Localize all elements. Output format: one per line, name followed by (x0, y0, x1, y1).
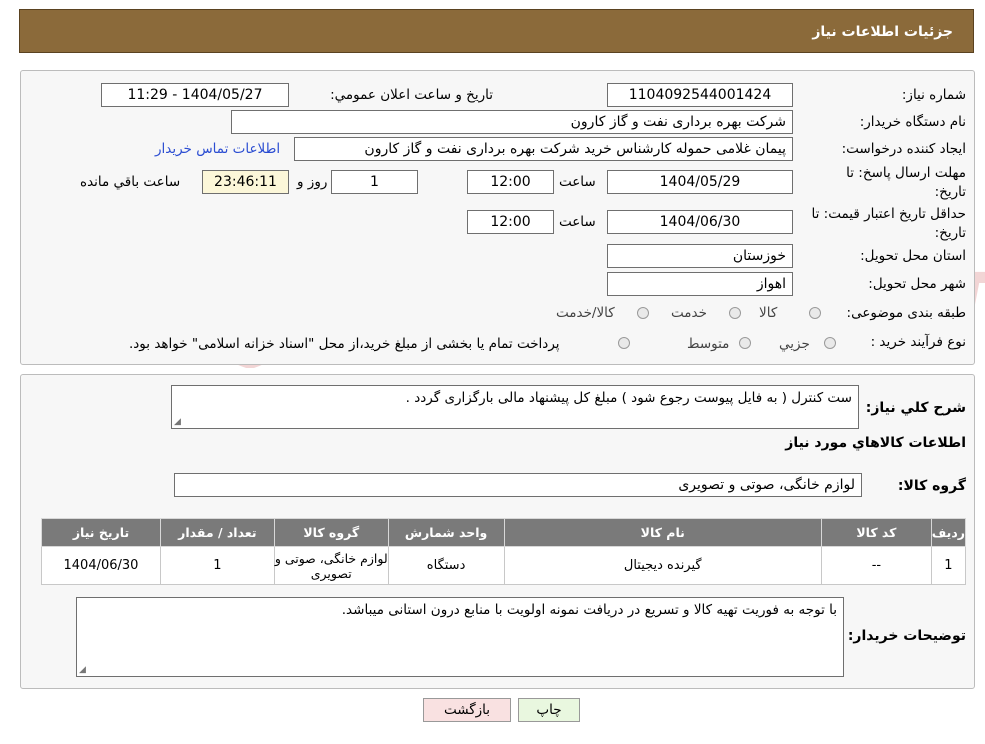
details-panel: شرح کلي نياز: ست کنترل ( به فایل پیوست ر… (20, 374, 975, 689)
city-label: شهر محل تحويل: (868, 276, 966, 292)
category-goods-label: کالا (759, 305, 778, 321)
purchase-type-label: نوع فرآیند خرید : (870, 334, 966, 350)
cell-quantity: 1 (159, 546, 275, 585)
items-section-title: اطلاعات کالاهاي مورد نياز (785, 435, 966, 451)
items-table-header: رديف کد کالا نام کالا واحد شمارش گروه کا… (41, 518, 967, 547)
col-name: نام کالا (503, 518, 822, 547)
remaining-time-field[interactable]: 23:46:11 (202, 170, 289, 194)
description-textarea[interactable]: ست کنترل ( به فایل پیوست رجوع شود ) مبلغ… (171, 385, 859, 429)
purchase-note: پرداخت تمام یا بخشی از مبلغ خرید،از محل … (129, 336, 560, 352)
buyer-org-label: نام دستگاه خريدار: (859, 114, 966, 130)
buyer-org-field[interactable]: شرکت بهره برداری نفت و گاز کارون (231, 110, 793, 134)
buyer-notes-textarea[interactable]: با توجه به فوریت تهیه کالا و تسریع در در… (76, 597, 844, 677)
buyer-notes-text: با توجه به فوریت تهیه کالا و تسریع در در… (341, 602, 837, 618)
province-field[interactable]: خوزستان (607, 244, 793, 268)
cell-group: لوازم خانگی، صوتی و تصویری (273, 546, 389, 585)
deadline-date-field[interactable]: 1404/05/29 (607, 170, 793, 194)
creator-field[interactable]: پیمان غلامی حموله کارشناس خرید شرکت بهره… (294, 137, 793, 161)
need-number-label: شماره نیاز: (901, 87, 966, 103)
purchase-medium-label: متوسط (687, 336, 730, 352)
validity-time-label: ساعت (559, 214, 596, 230)
city-field[interactable]: اهواز (607, 272, 793, 296)
need-info-panel: شماره نیاز: 1104092544001424 تاریخ و ساع… (20, 70, 975, 365)
province-label: استان محل تحويل: (860, 248, 966, 264)
validity-date-field[interactable]: 1404/06/30 (607, 210, 793, 234)
print-button[interactable]: چاپ (518, 698, 580, 722)
goods-group-field[interactable]: لوازم خانگی، صوتی و تصویری (174, 473, 862, 497)
creator-label: ايجاد کننده درخواست: (841, 141, 966, 157)
days-label: روز و (297, 174, 328, 190)
validity-label-2: تاريخ: (934, 225, 966, 241)
items-table: رديف کد کالا نام کالا واحد شمارش گروه کا… (41, 518, 967, 585)
purchase-treasury-radio[interactable] (618, 337, 630, 349)
remaining-label: ساعت باقي مانده (80, 174, 181, 190)
buyer-notes-label: توضيحات خريدار: (847, 628, 966, 644)
deadline-label: مهلت ارسال پاسخ: تا (846, 165, 966, 181)
cell-row: 1 (930, 546, 967, 585)
page-title: جزئیات اطلاعات نیاز (19, 9, 974, 53)
remaining-days-field[interactable]: 1 (331, 170, 418, 194)
back-button[interactable]: بازگشت (423, 698, 511, 722)
col-row: رديف (930, 518, 967, 547)
announce-label: تاریخ و ساعت اعلان عمومي: (330, 87, 493, 103)
purchase-minor-radio[interactable] (824, 337, 836, 349)
cell-unit: دستگاه (387, 546, 505, 585)
col-date: تاريخ نياز (41, 518, 161, 547)
need-number-field[interactable]: 1104092544001424 (607, 83, 793, 107)
col-group: گروه کالا (273, 518, 389, 547)
buyer-contact-link[interactable]: اطلاعات تماس خريدار (155, 141, 280, 157)
deadline-time-field[interactable]: 12:00 (467, 170, 554, 194)
resize-grip-icon[interactable]: ◢ (174, 417, 181, 427)
col-unit: واحد شمارش (387, 518, 505, 547)
cell-code: -- (820, 546, 932, 585)
validity-label: حداقل تاريخ اعتبار قيمت: تا (811, 206, 966, 222)
category-goods-service-label: کالا/خدمت (556, 305, 615, 321)
description-text: ست کنترل ( به فایل پیوست رجوع شود ) مبلغ… (405, 390, 852, 406)
col-quantity: تعداد / مقدار (159, 518, 275, 547)
category-goods-radio[interactable] (809, 307, 821, 319)
category-service-label: خدمت (671, 305, 707, 321)
deadline-label-2: تاريخ: (934, 184, 966, 200)
table-row[interactable]: 1 -- گیرنده دیجیتال دستگاه لوازم خانگی، … (41, 546, 967, 585)
resize-grip-icon[interactable]: ◢ (79, 665, 86, 675)
validity-time-field[interactable]: 12:00 (467, 210, 554, 234)
purchase-medium-radio[interactable] (739, 337, 751, 349)
col-code: کد کالا (820, 518, 932, 547)
deadline-time-label: ساعت (559, 174, 596, 190)
announce-datetime-field[interactable]: 1404/05/27 - 11:29 (101, 83, 289, 107)
goods-group-label: گروه کالا: (897, 478, 966, 494)
category-goods-service-radio[interactable] (637, 307, 649, 319)
description-label: شرح کلي نياز: (865, 400, 966, 416)
category-service-radio[interactable] (729, 307, 741, 319)
cell-date: 1404/06/30 (41, 546, 161, 585)
purchase-minor-label: جزیي (779, 336, 810, 352)
category-label: طبقه بندی موضوعی: (846, 305, 966, 321)
cell-name: گیرنده دیجیتال (503, 546, 822, 585)
